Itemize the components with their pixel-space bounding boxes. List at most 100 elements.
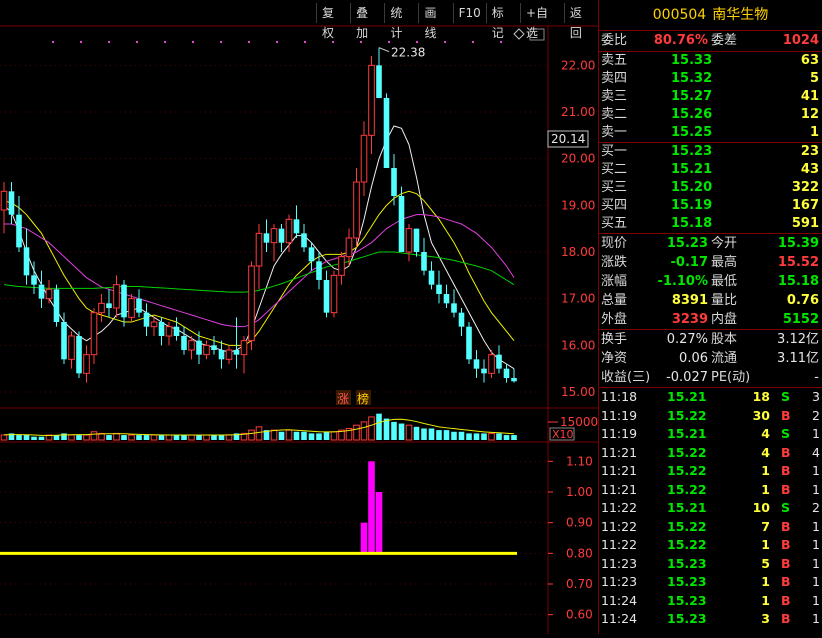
event-dot [164,41,166,43]
volume-bar [31,436,37,440]
tick-row: 11:23 15.23 5 B 1 [599,555,822,574]
stat-value: -1.10% [657,274,709,289]
stat-label: 最高 [711,255,738,270]
tick-volume: 3 [761,611,770,626]
toolbar-button-3[interactable]: 画线 [418,3,452,40]
tick-list[interactable]: 11:18 15.21 18 S 3 11:19 15.22 30 B 2 11:19 15.21 4 S… [599,388,822,629]
volume-multiplier: X10 [552,428,574,441]
tick-row: 11:22 15.22 7 B 1 [599,518,822,537]
stat-row: 外盘 3239 内盘 5152 [599,310,822,329]
volume-bar [150,434,158,441]
volume-bar [360,421,368,441]
candle-body [316,261,322,280]
tick-volume: 4 [761,426,770,441]
volume-bar [285,429,293,441]
tick-row: 11:22 15.22 1 B 1 [599,536,822,555]
bid-price: 15.21 [671,162,713,177]
tick-time: 11:22 [601,500,638,515]
bid-levels: 买一 15.23 23 买二 15.21 43 买三 15.20 322 买四 15.19 167 买五… [599,143,822,234]
stat-row: 涨跌 -0.17 最高 15.52 [599,253,822,272]
ask-volume: 41 [800,89,819,104]
tick-volume: 1 [761,592,770,608]
tick-volume: 4 [761,444,770,460]
tick-time: 11:23 [601,574,638,589]
quote-stats: 现价 15.23 今开 15.39 涨跌 -0.17 最高 15.52 涨幅 -1.10% 最低 15… [599,234,822,330]
ask-volume: 63 [800,53,819,68]
tick-volume: 5 [761,555,770,571]
candle-body [61,322,67,360]
ask-volume: 1 [809,125,819,140]
candle-body [8,191,15,215]
chart-canvas[interactable]: 22.00 21.00 20.00 19.00 18.00 17.00 16.00 15.00… [0,0,598,634]
tick-price: 15.21 [667,500,707,515]
indicator-bar [375,492,383,554]
tick-time: 11:24 [601,592,638,608]
volume-bar [436,430,442,440]
ask-price: 15.27 [671,89,713,104]
volume-bar [68,434,75,441]
price-axis-label: 20.00 [561,152,595,166]
candle-body [323,280,330,313]
toolbar-button-5[interactable]: 标记 [485,3,520,40]
tick-volume: 30 [752,407,770,423]
tick-time: 11:22 [601,537,638,552]
toolbar-button-4[interactable]: F10 [452,3,486,23]
tick-price: 15.22 [667,518,707,534]
stat-value: -0.17 [670,255,708,270]
chart-area[interactable]: 复权 叠加 统计 画线 F10 标记 +自选 返回 22.00 21.00 20.00 19.00 1… [0,0,598,634]
toolbar-button-6[interactable]: +自选 [519,3,564,40]
tick-count: 1 [812,611,820,626]
ask-levels: 卖五 15.33 63 卖四 15.32 5 卖三 15.27 41 卖二 15.26 12 卖一 15.… [599,52,822,143]
volume-bar [113,432,120,441]
bid-volume: 167 [791,198,819,213]
candle-body [225,349,233,360]
tick-side: B [781,537,791,552]
tick-count: 1 [812,518,820,534]
candle-body [173,326,180,336]
tick-side: B [781,407,791,423]
tick-side: S [781,389,791,404]
volume-bar [413,426,420,440]
toolbar-button-2[interactable]: 统计 [384,3,418,40]
ask-label: 卖二 [601,107,628,122]
candle-body [68,335,75,360]
bid-label: 买二 [601,162,628,177]
event-dot [248,41,250,43]
tick-row: 11:19 15.21 4 S 1 [599,425,822,444]
candle-body [428,270,435,285]
tick-row: 11:24 15.23 1 B 1 [599,592,822,611]
volume-bar [211,435,217,440]
toolbar-button-1[interactable]: 叠加 [350,3,384,40]
volume-bar [188,434,195,441]
bid-volume: 43 [800,162,819,177]
event-dot [108,41,110,43]
tick-side: B [781,463,791,478]
stat-label: 涨幅 [601,274,628,289]
stat-value: 5152 [782,312,819,327]
candle-body [421,252,427,271]
volume-bar [173,435,180,440]
price-axis-label: 19.00 [561,198,595,212]
tick-count: 1 [812,426,820,441]
indicator-bar [360,522,368,554]
price-axis-label: 18.00 [561,245,595,259]
stat-label: 现价 [601,236,628,251]
candle-body [31,275,37,285]
event-dot [472,41,474,43]
candle-body [345,237,353,258]
quote-panel: 000504 南华生物 委比 80.76% 委差 1024 卖五 15.33 63 卖四… [598,0,822,634]
volume-bar [0,434,8,441]
volume-bar [196,435,202,440]
toolbar-button-7[interactable]: 返回 [563,3,598,40]
volume-bar [248,429,255,441]
candle-body [45,288,53,300]
bid-label: 买四 [601,198,628,213]
tick-price: 15.21 [667,389,707,404]
toolbar-button-0[interactable]: 复权 [316,3,350,40]
current-price-tag-label: 20.14 [551,132,585,146]
tick-time: 11:24 [601,611,638,626]
bid-label: 买三 [601,180,628,195]
price-axis-label: 15.00 [561,385,595,399]
volume-bar [165,434,173,441]
candle-body [106,303,112,308]
